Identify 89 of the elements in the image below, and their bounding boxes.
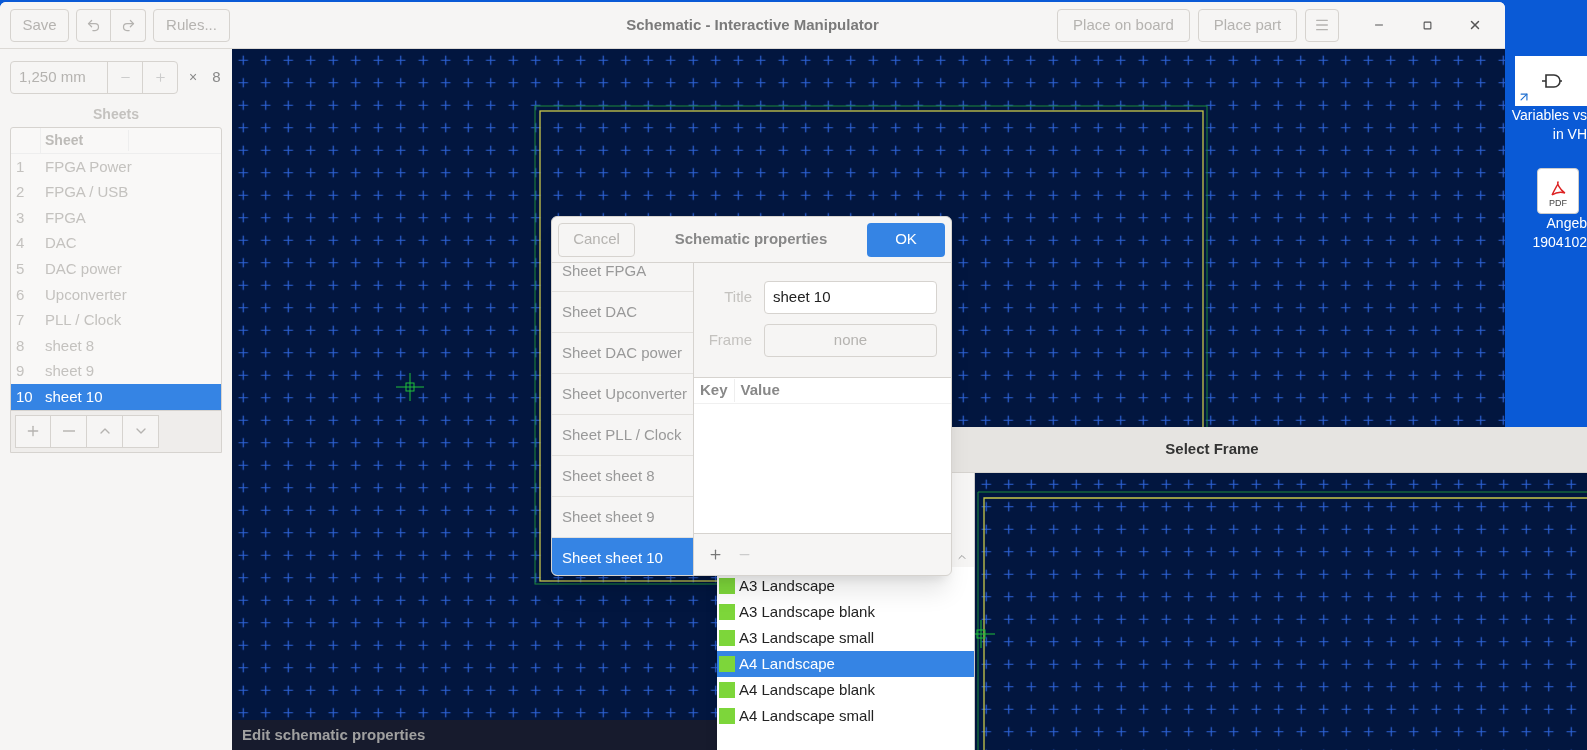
maximize-icon — [1422, 20, 1432, 30]
frame-icon — [719, 604, 735, 620]
sheet-name: Upconverter — [44, 284, 127, 305]
desktop-icon-label: 1904102 — [1532, 233, 1587, 252]
frame-icon — [719, 708, 735, 724]
sheet-row[interactable]: 10 sheet 10 — [11, 384, 221, 410]
sheet-list-item[interactable]: Sheet DAC power — [552, 333, 693, 374]
row-number: 10 — [15, 386, 34, 407]
sheet-name: DAC — [44, 233, 77, 254]
frame-list-item[interactable]: A4 Landscape blank — [717, 677, 974, 703]
window-title: Select Frame — [1165, 439, 1259, 460]
cancel-button[interactable]: Cancel — [558, 222, 635, 257]
close-icon — [1468, 18, 1482, 32]
frame-list-item[interactable]: A4 Landscape — [717, 651, 974, 677]
frame-list-item[interactable]: A3 Landscape blank — [717, 599, 974, 625]
multiplier-value: 8 — [212, 67, 221, 88]
status-text: Edit schematic properties — [242, 724, 426, 745]
sheet-list-item[interactable]: Sheet PLL / Clock — [552, 415, 693, 456]
row-number: 6 — [15, 284, 26, 305]
desktop-icon-label: Angeb — [1546, 214, 1587, 233]
frame-icon — [719, 682, 735, 698]
multiplier-label: × — [189, 68, 198, 87]
row-number: 5 — [15, 258, 26, 279]
sheet-row[interactable]: 9 sheet 9 — [11, 358, 221, 385]
crosshair-cursor-icon — [975, 620, 995, 648]
rules-button[interactable]: Rules... — [153, 8, 230, 42]
sheet-row[interactable]: 4 DAC — [11, 230, 221, 257]
place-on-board-button[interactable]: Place on board — [1057, 8, 1190, 42]
sheet-name: PLL / Clock — [44, 310, 122, 331]
undo-button[interactable] — [76, 8, 111, 42]
column-header[interactable]: Key — [694, 379, 735, 402]
pdf-file-icon[interactable]: PDF — [1537, 168, 1579, 214]
sheet-name: sheet 9 — [44, 361, 95, 382]
frame-list-item[interactable]: A3 Landscape — [717, 573, 974, 599]
frame-icon — [719, 630, 735, 646]
sheet-name: sheet 8 — [44, 335, 95, 356]
sheet-row[interactable]: 2 FPGA / USB — [11, 179, 221, 206]
column-header[interactable]: Value — [734, 379, 786, 402]
redo-icon — [120, 17, 136, 33]
place-part-button[interactable]: Place part — [1198, 8, 1297, 42]
shortcut-file-icon[interactable] — [1515, 56, 1587, 106]
row-number: 8 — [15, 335, 26, 356]
sheet-list-item[interactable]: Sheet DAC — [552, 292, 693, 333]
sheet-row[interactable]: 1 FPGA Power — [11, 154, 221, 180]
sheet-row[interactable]: 7 PLL / Clock — [11, 307, 221, 334]
frame-list-item[interactable]: A3 Landscape small — [717, 625, 974, 651]
sheet-name: sheet 10 — [44, 386, 103, 407]
frame-icon — [719, 578, 735, 594]
sheet-name: FPGA — [44, 207, 86, 228]
sheet-list-item[interactable]: Sheet sheet 8 — [552, 456, 693, 497]
ok-button[interactable]: OK — [867, 222, 945, 257]
window-title: Schematic - Interactive Manipulator — [626, 14, 879, 35]
menu-button[interactable] — [1305, 8, 1339, 42]
row-number: 9 — [15, 361, 26, 382]
row-number: 4 — [15, 233, 26, 254]
row-number: 2 — [15, 182, 26, 203]
sheet-row[interactable]: 8 sheet 8 — [11, 333, 221, 359]
row-number: 3 — [15, 207, 26, 228]
row-number: 7 — [15, 310, 26, 331]
remove-sheet-button[interactable] — [51, 414, 87, 448]
sheet-row[interactable]: 6 Upconverter — [11, 281, 221, 308]
column-header[interactable]: Sheet — [41, 130, 129, 151]
move-down-button[interactable] — [123, 414, 159, 448]
sheet-name: FPGA Power — [44, 156, 132, 177]
sheet-row[interactable]: 3 FPGA — [11, 205, 221, 231]
sheet-row[interactable]: 5 DAC power — [11, 256, 221, 282]
title-field[interactable]: sheet 10 — [764, 281, 937, 314]
minus-icon — [62, 430, 75, 433]
add-property-icon[interactable] — [708, 547, 723, 562]
sheet-name: FPGA / USB — [44, 182, 129, 203]
add-sheet-button[interactable] — [15, 414, 51, 448]
redo-button[interactable] — [111, 8, 146, 42]
frame-icon — [719, 656, 735, 672]
row-number: 1 — [15, 156, 26, 177]
dialog-title: Schematic properties — [673, 229, 829, 250]
sheet-list-item[interactable]: Sheet Upconverter — [552, 374, 693, 415]
frame-list-item[interactable]: A4 Landscape small — [717, 703, 974, 729]
undo-icon — [86, 17, 101, 33]
sheet-list-item[interactable]: Sheet sheet 10 — [552, 538, 693, 575]
grid-size-field[interactable]: 1,250 mm — [10, 61, 178, 94]
sheet-list-item[interactable]: Sheet FPGA — [552, 263, 693, 292]
sheet-name: DAC power — [44, 258, 122, 279]
desktop-icon-label: Variables vs — [1511, 106, 1587, 125]
menu-icon — [1314, 17, 1330, 33]
frame-button[interactable]: none — [764, 324, 937, 357]
save-button[interactable]: Save — [10, 8, 69, 42]
crosshair-cursor-icon — [396, 373, 424, 401]
desktop-icon-label: in VH — [1552, 125, 1587, 144]
move-up-button[interactable] — [87, 414, 123, 448]
